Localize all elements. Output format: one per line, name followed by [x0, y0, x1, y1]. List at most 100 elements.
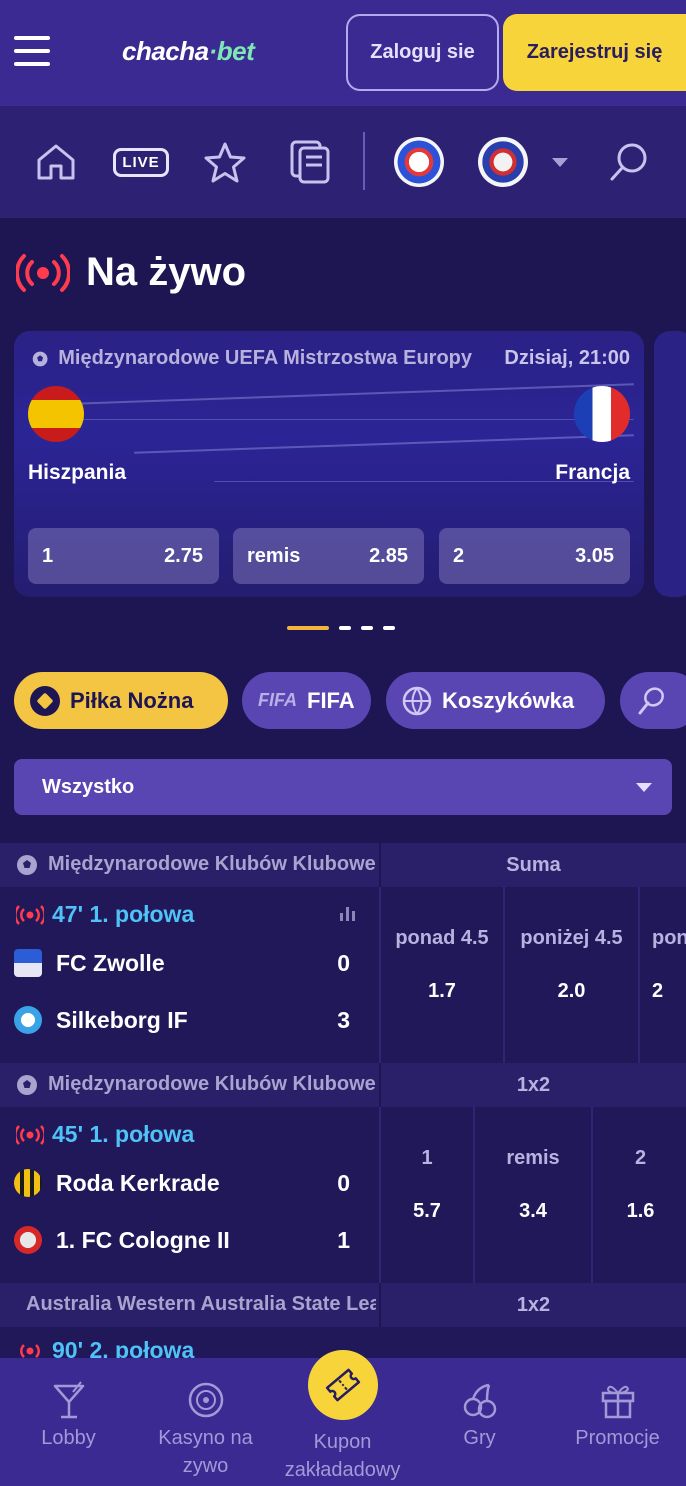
odd-value: 2.75: [164, 544, 203, 567]
odd-cell[interactable]: pon 2: [640, 887, 686, 1063]
carousel-dot[interactable]: [361, 626, 373, 630]
soccer-ball-icon: [17, 854, 37, 875]
sports-nav-bar: LIVE: [0, 106, 686, 218]
team-crest-icon: [14, 1226, 42, 1254]
odd-value: 3.4: [519, 1200, 547, 1222]
away-team-row: Silkeborg IF 3: [14, 1006, 350, 1034]
spain-flag-icon: [28, 386, 84, 442]
match-league-header: Międzynarodowe Klubów Klubowe 1x2: [0, 1063, 686, 1107]
odd-label: remis: [506, 1147, 560, 1169]
odd-label: pon: [652, 927, 686, 949]
cocktail-icon: [51, 1380, 87, 1420]
market-name: 1x2: [379, 1063, 686, 1107]
featured-odd-home[interactable]: 1 2.75: [28, 528, 219, 584]
sport-chip-tennis[interactable]: [620, 672, 686, 729]
odd-value: 1.7: [428, 980, 456, 1002]
home-team-row: Roda Kerkrade 0: [14, 1169, 350, 1197]
hamburger-menu-icon[interactable]: [14, 36, 50, 68]
sport-chip-label: Piłka Nożna: [70, 687, 194, 713]
bet-slip-icon[interactable]: [288, 136, 332, 188]
france-flag-icon: [574, 386, 630, 442]
bottom-nav-label: Kasyno na zywo: [158, 1427, 253, 1477]
bottom-nav-coupon[interactable]: Kupon zakładadowy: [274, 1428, 411, 1484]
bottom-nav-lobby[interactable]: Lobby: [0, 1380, 137, 1452]
tennis-icon: [638, 686, 664, 714]
nav-divider: [363, 132, 365, 190]
sport-chip-fifa[interactable]: FIFA FIFA: [242, 672, 371, 729]
featured-away-team: Francja: [555, 461, 630, 484]
team-name: Silkeborg IF: [56, 1006, 188, 1033]
match-row[interactable]: 47' 1. połowa FC Zwolle 0 Silkeborg IF 3…: [0, 887, 686, 1063]
soccer-ball-icon: [30, 685, 60, 716]
search-icon[interactable]: [606, 136, 652, 188]
stats-icon[interactable]: [340, 907, 355, 921]
login-button[interactable]: Zaloguj sie: [346, 14, 499, 91]
away-team-row: 1. FC Cologne II 1: [14, 1226, 350, 1254]
market-filter-select[interactable]: Wszystko: [14, 759, 672, 815]
bottom-nav-label: Lobby: [41, 1427, 96, 1449]
featured-match-card-next[interactable]: [654, 331, 686, 597]
team-name: 1. FC Cologne II: [56, 1226, 230, 1253]
odd-cell[interactable]: 2 1.6: [593, 1107, 686, 1283]
league-name: Międzynarodowe Klubów Klubowe: [48, 1073, 376, 1095]
odd-value: 2.85: [369, 544, 408, 567]
featured-odd-draw[interactable]: remis 2.85: [233, 528, 424, 584]
featured-time: Dzisiaj, 21:00: [504, 347, 630, 369]
live-broadcast-icon: [16, 1124, 44, 1145]
team-score: 3: [337, 1006, 350, 1033]
odd-cell[interactable]: ponad 4.5 1.7: [381, 887, 505, 1063]
gift-icon: [600, 1380, 636, 1420]
team-name: FC Zwolle: [56, 949, 165, 976]
featured-match-card[interactable]: Międzynarodowe UEFA Mistrzostwa Europy D…: [14, 331, 644, 597]
odd-label: 2: [453, 544, 465, 567]
logo[interactable]: chacha·bet: [122, 36, 255, 67]
logo-dot: ·: [208, 36, 218, 66]
team-name: Roda Kerkrade: [56, 1169, 220, 1196]
featured-league-name: Międzynarodowe UEFA Mistrzostwa Europy: [58, 347, 472, 369]
sport-chip-label: Koszykówka: [442, 687, 575, 713]
bottom-nav-promotions[interactable]: Promocje: [549, 1380, 686, 1452]
top-header: chacha·bet Zaloguj sie Zarejestruj się: [0, 0, 686, 106]
odd-label: 1: [421, 1147, 433, 1169]
bottom-nav-games[interactable]: Gry: [411, 1380, 548, 1452]
chevron-down-icon[interactable]: [550, 136, 570, 188]
live-section-header: Na żywo: [16, 250, 246, 295]
home-icon[interactable]: [34, 136, 78, 188]
coupon-button[interactable]: [308, 1350, 378, 1420]
live-label: LIVE: [113, 147, 169, 177]
carousel-dot[interactable]: [339, 626, 351, 630]
team-crest-icon: [14, 1006, 42, 1034]
market-name: Suma: [379, 843, 686, 887]
match-status: 45' 1. połowa: [16, 1121, 194, 1148]
sport-chip-football[interactable]: Piłka Nożna: [14, 672, 228, 729]
featured-odd-away[interactable]: 2 3.05: [439, 528, 630, 584]
logo-suffix: bet: [216, 36, 255, 66]
odd-cell[interactable]: 1 5.7: [381, 1107, 475, 1283]
euro-trophy-icon[interactable]: [393, 136, 445, 188]
live-icon[interactable]: LIVE: [113, 136, 169, 188]
sport-chip-basketball[interactable]: Koszykówka: [386, 672, 605, 729]
match-league-header: Australia Western Australia State League…: [0, 1283, 686, 1327]
odd-label: poniżej 4.5: [520, 927, 623, 949]
soccer-ball-icon: [17, 1074, 37, 1095]
copa-trophy-icon[interactable]: [477, 136, 529, 188]
carousel-dot[interactable]: [383, 626, 395, 630]
team-score: 1: [337, 1226, 350, 1253]
match-row[interactable]: 45' 1. połowa Roda Kerkrade 0 1. FC Colo…: [0, 1107, 686, 1283]
bottom-nav-label: Kupon zakładadowy: [284, 1431, 401, 1481]
odd-cell[interactable]: remis 3.4: [475, 1107, 593, 1283]
team-score: 0: [337, 1169, 350, 1196]
fifa-logo-icon: FIFA: [258, 690, 297, 710]
live-broadcast-icon: [16, 253, 70, 292]
match-minute: 45' 1. połowa: [52, 1121, 195, 1147]
register-button[interactable]: Zarejestruj się: [503, 14, 686, 91]
odd-label: 1: [42, 544, 54, 567]
carousel-dot-active[interactable]: [287, 626, 329, 630]
team-crest-icon: [14, 1169, 42, 1197]
bottom-nav-live-casino[interactable]: Kasyno na zywo: [137, 1380, 274, 1480]
featured-league: Międzynarodowe UEFA Mistrzostwa Europy: [32, 347, 472, 370]
star-icon[interactable]: [202, 136, 248, 188]
league-name: Międzynarodowe Klubów Klubowe: [48, 853, 376, 875]
odd-cell[interactable]: poniżej 4.5 2.0: [505, 887, 640, 1063]
carousel-pagination: [287, 626, 395, 630]
